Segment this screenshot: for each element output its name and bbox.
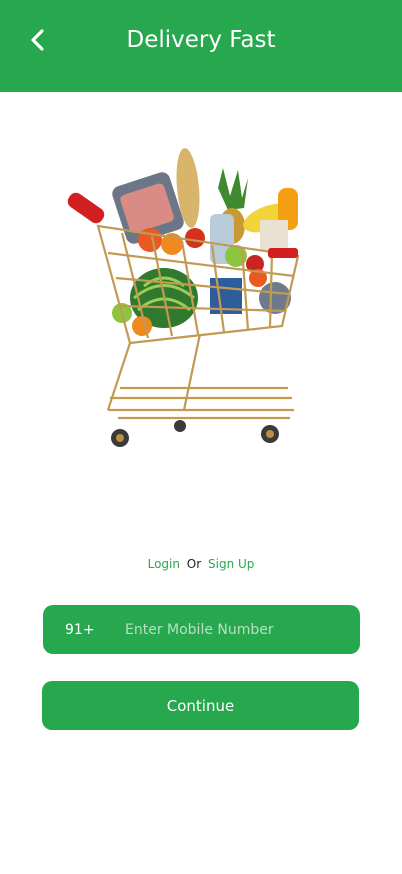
mobile-number-input[interactable] bbox=[113, 605, 360, 654]
signup-link[interactable]: Sign Up bbox=[208, 557, 254, 571]
continue-button[interactable]: Continue bbox=[42, 681, 359, 730]
mobile-number-field[interactable]: 91+ bbox=[43, 605, 360, 654]
auth-options: Login Or Sign Up bbox=[0, 555, 402, 573]
shopping-cart-illustration bbox=[67, 148, 300, 447]
page-title: Delivery Fast bbox=[126, 27, 276, 53]
login-link[interactable]: Login bbox=[148, 557, 180, 571]
or-label: Or bbox=[186, 557, 202, 571]
country-code: 91+ bbox=[65, 621, 95, 638]
app-header: Delivery Fast bbox=[0, 0, 402, 92]
